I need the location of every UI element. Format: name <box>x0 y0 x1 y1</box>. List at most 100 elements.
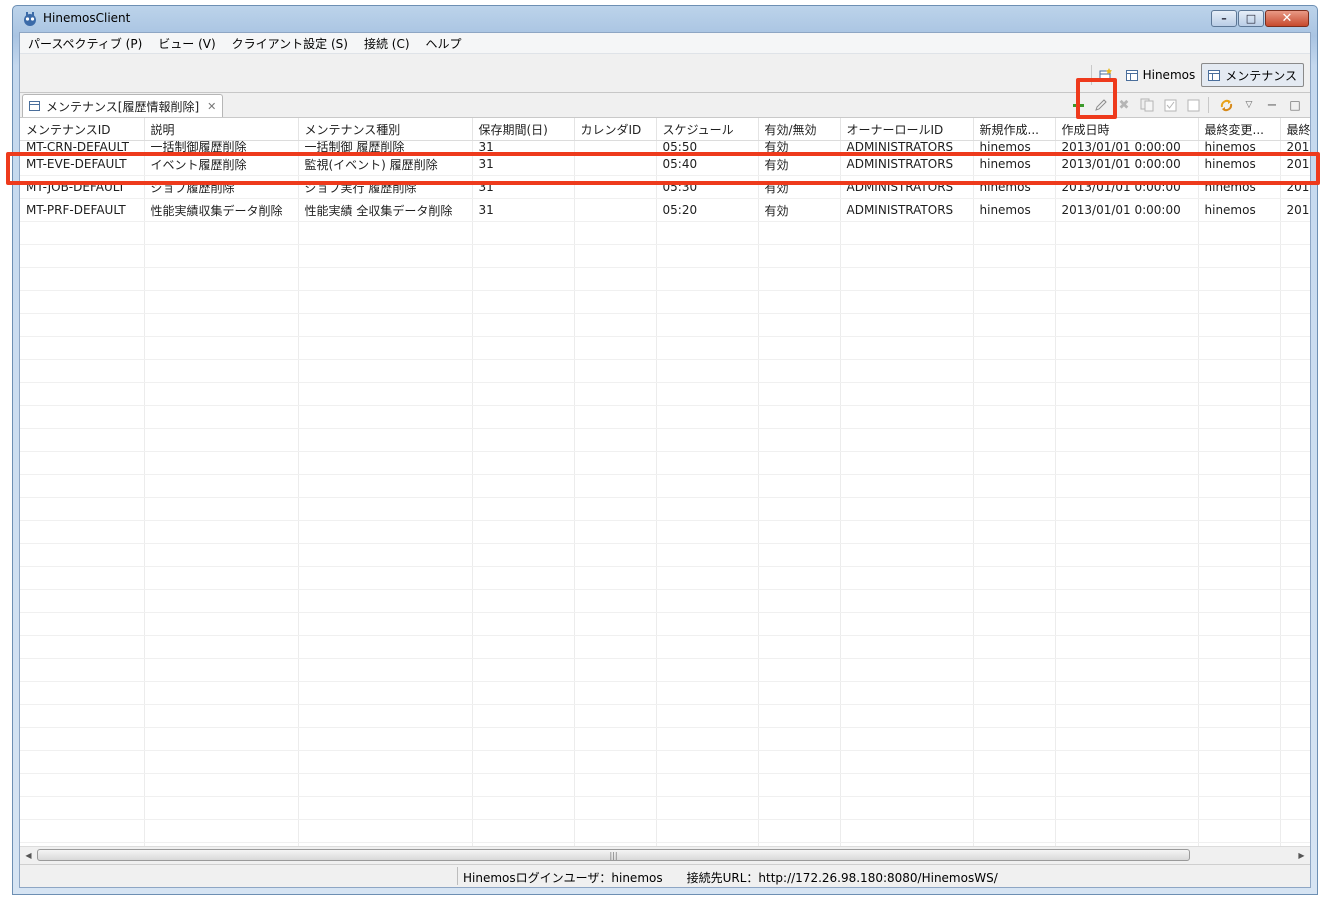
empty-cell <box>574 336 657 360</box>
maximize-icon: □ <box>1245 12 1257 25</box>
table-row[interactable]: MT-PRF-DEFAULT 性能実績収集データ削除 性能実績 全収集データ削除 31… <box>20 198 1310 222</box>
empty-cell <box>1055 451 1199 475</box>
close-icon: ✕ <box>1281 11 1293 26</box>
empty-cell <box>144 290 299 314</box>
empty-cell <box>1198 750 1281 774</box>
empty-cell <box>758 313 841 337</box>
tab-close-icon[interactable]: ✕ <box>207 100 216 113</box>
empty-cell <box>472 428 575 452</box>
empty-cell <box>144 520 299 544</box>
view-tab-label: メンテナンス[履歴情報削除] <box>46 99 200 114</box>
menu-perspective[interactable]: パースペクティブ (P) <box>20 35 150 52</box>
copy-button[interactable] <box>1138 96 1156 114</box>
col-header-schedule[interactable]: スケジュール <box>656 118 759 141</box>
horizontal-scrollbar[interactable]: ◀ ||| ▶ <box>20 846 1310 864</box>
empty-cell <box>656 474 759 498</box>
view-menu-button[interactable]: ▽ <box>1240 96 1258 114</box>
empty-cell <box>1055 267 1199 291</box>
minimize-view-button[interactable]: − <box>1263 96 1281 114</box>
empty-cell <box>1198 267 1281 291</box>
col-header-created-by[interactable]: 新規作成... <box>973 118 1056 141</box>
menu-connection[interactable]: 接続 (C) <box>356 35 418 52</box>
empty-cell <box>973 382 1056 406</box>
empty-cell <box>574 773 657 797</box>
empty-cell <box>840 681 974 705</box>
empty-table-row <box>20 566 1310 590</box>
empty-cell <box>1280 313 1310 337</box>
empty-cell <box>298 566 473 590</box>
empty-cell <box>840 451 974 475</box>
empty-cell <box>144 497 299 521</box>
delete-button[interactable]: ✖ <box>1115 96 1133 114</box>
empty-cell <box>656 727 759 751</box>
col-header-retention-days[interactable]: 保存期間(日) <box>472 118 575 141</box>
cell-retention-days: 31 <box>472 198 575 222</box>
empty-cell <box>1055 543 1199 567</box>
empty-cell <box>1198 773 1281 797</box>
empty-cell <box>574 566 657 590</box>
cell-schedule: 05:50 <box>656 140 759 153</box>
cell-owner-role-id: ADMINISTRATORS <box>840 198 974 222</box>
empty-cell <box>840 474 974 498</box>
col-header-last-modified[interactable]: 最終 <box>1280 118 1310 141</box>
empty-cell <box>472 520 575 544</box>
empty-cell <box>472 773 575 797</box>
empty-cell <box>973 405 1056 429</box>
col-header-maintenance-type[interactable]: メンテナンス種別 <box>298 118 473 141</box>
empty-cell <box>840 359 974 383</box>
col-header-owner-role-id[interactable]: オーナーロールID <box>840 118 974 141</box>
refresh-icon <box>1220 99 1232 111</box>
empty-table-row <box>20 612 1310 636</box>
col-header-enabled[interactable]: 有効/無効 <box>758 118 841 141</box>
col-header-description[interactable]: 説明 <box>144 118 299 141</box>
scroll-right-arrow-icon[interactable]: ▶ <box>1293 847 1310 864</box>
empty-cell <box>298 819 473 843</box>
perspective-maintenance-button[interactable]: メンテナンス <box>1201 63 1304 87</box>
minimize-window-button[interactable]: – <box>1211 10 1237 27</box>
menu-view[interactable]: ビュー (V) <box>150 35 223 52</box>
maximize-view-button[interactable]: □ <box>1286 96 1304 114</box>
empty-cell <box>656 635 759 659</box>
empty-cell <box>298 612 473 636</box>
maximize-icon: □ <box>1289 98 1301 112</box>
empty-table-row <box>20 796 1310 820</box>
empty-cell <box>1198 313 1281 337</box>
empty-cell <box>472 727 575 751</box>
empty-cell <box>1055 428 1199 452</box>
scroll-left-arrow-icon[interactable]: ◀ <box>20 847 37 864</box>
empty-cell <box>973 313 1056 337</box>
empty-table-row <box>20 589 1310 613</box>
view-tab-maintenance-history[interactable]: メンテナンス[履歴情報削除] ✕ <box>22 94 224 117</box>
scrollbar-thumb[interactable]: ||| <box>37 849 1190 861</box>
empty-cell <box>973 267 1056 291</box>
cell-maintenance-id: MT-CRN-DEFAULT <box>20 140 145 153</box>
empty-cell <box>1280 773 1310 797</box>
empty-cell <box>20 474 145 498</box>
table-row[interactable]: MT-CRN-DEFAULT 一括制御履歴削除 一括制御 履歴削除 31 05:50 有効… <box>20 140 1310 153</box>
empty-cell <box>1198 244 1281 268</box>
maximize-window-button[interactable]: □ <box>1238 10 1264 27</box>
empty-cell <box>20 520 145 544</box>
empty-cell <box>1198 704 1281 728</box>
status-login-info: Hinemosログインユーザ：hinemos 接続先URL：http://172… <box>463 871 998 885</box>
empty-cell <box>472 221 575 245</box>
empty-cell <box>973 221 1056 245</box>
menu-help[interactable]: ヘルプ <box>418 35 470 52</box>
col-header-modified-by[interactable]: 最終変更... <box>1198 118 1281 141</box>
empty-cell <box>472 612 575 636</box>
col-header-calendar-id[interactable]: カレンダID <box>574 118 657 141</box>
menu-client-settings[interactable]: クライアント設定 (S) <box>224 35 356 52</box>
empty-cell <box>1280 290 1310 314</box>
perspective-hinemos-button[interactable]: Hinemos <box>1120 64 1202 86</box>
col-header-maintenance-id[interactable]: メンテナンスID <box>20 118 145 141</box>
close-window-button[interactable]: ✕ <box>1265 10 1309 27</box>
enable-button[interactable] <box>1161 96 1179 114</box>
empty-cell <box>1055 796 1199 820</box>
disable-button[interactable] <box>1184 96 1202 114</box>
col-header-created-at[interactable]: 作成日時 <box>1055 118 1199 141</box>
refresh-button[interactable] <box>1217 96 1235 114</box>
empty-cell <box>574 796 657 820</box>
empty-cell <box>656 520 759 544</box>
empty-cell <box>1280 405 1310 429</box>
empty-cell <box>1280 474 1310 498</box>
